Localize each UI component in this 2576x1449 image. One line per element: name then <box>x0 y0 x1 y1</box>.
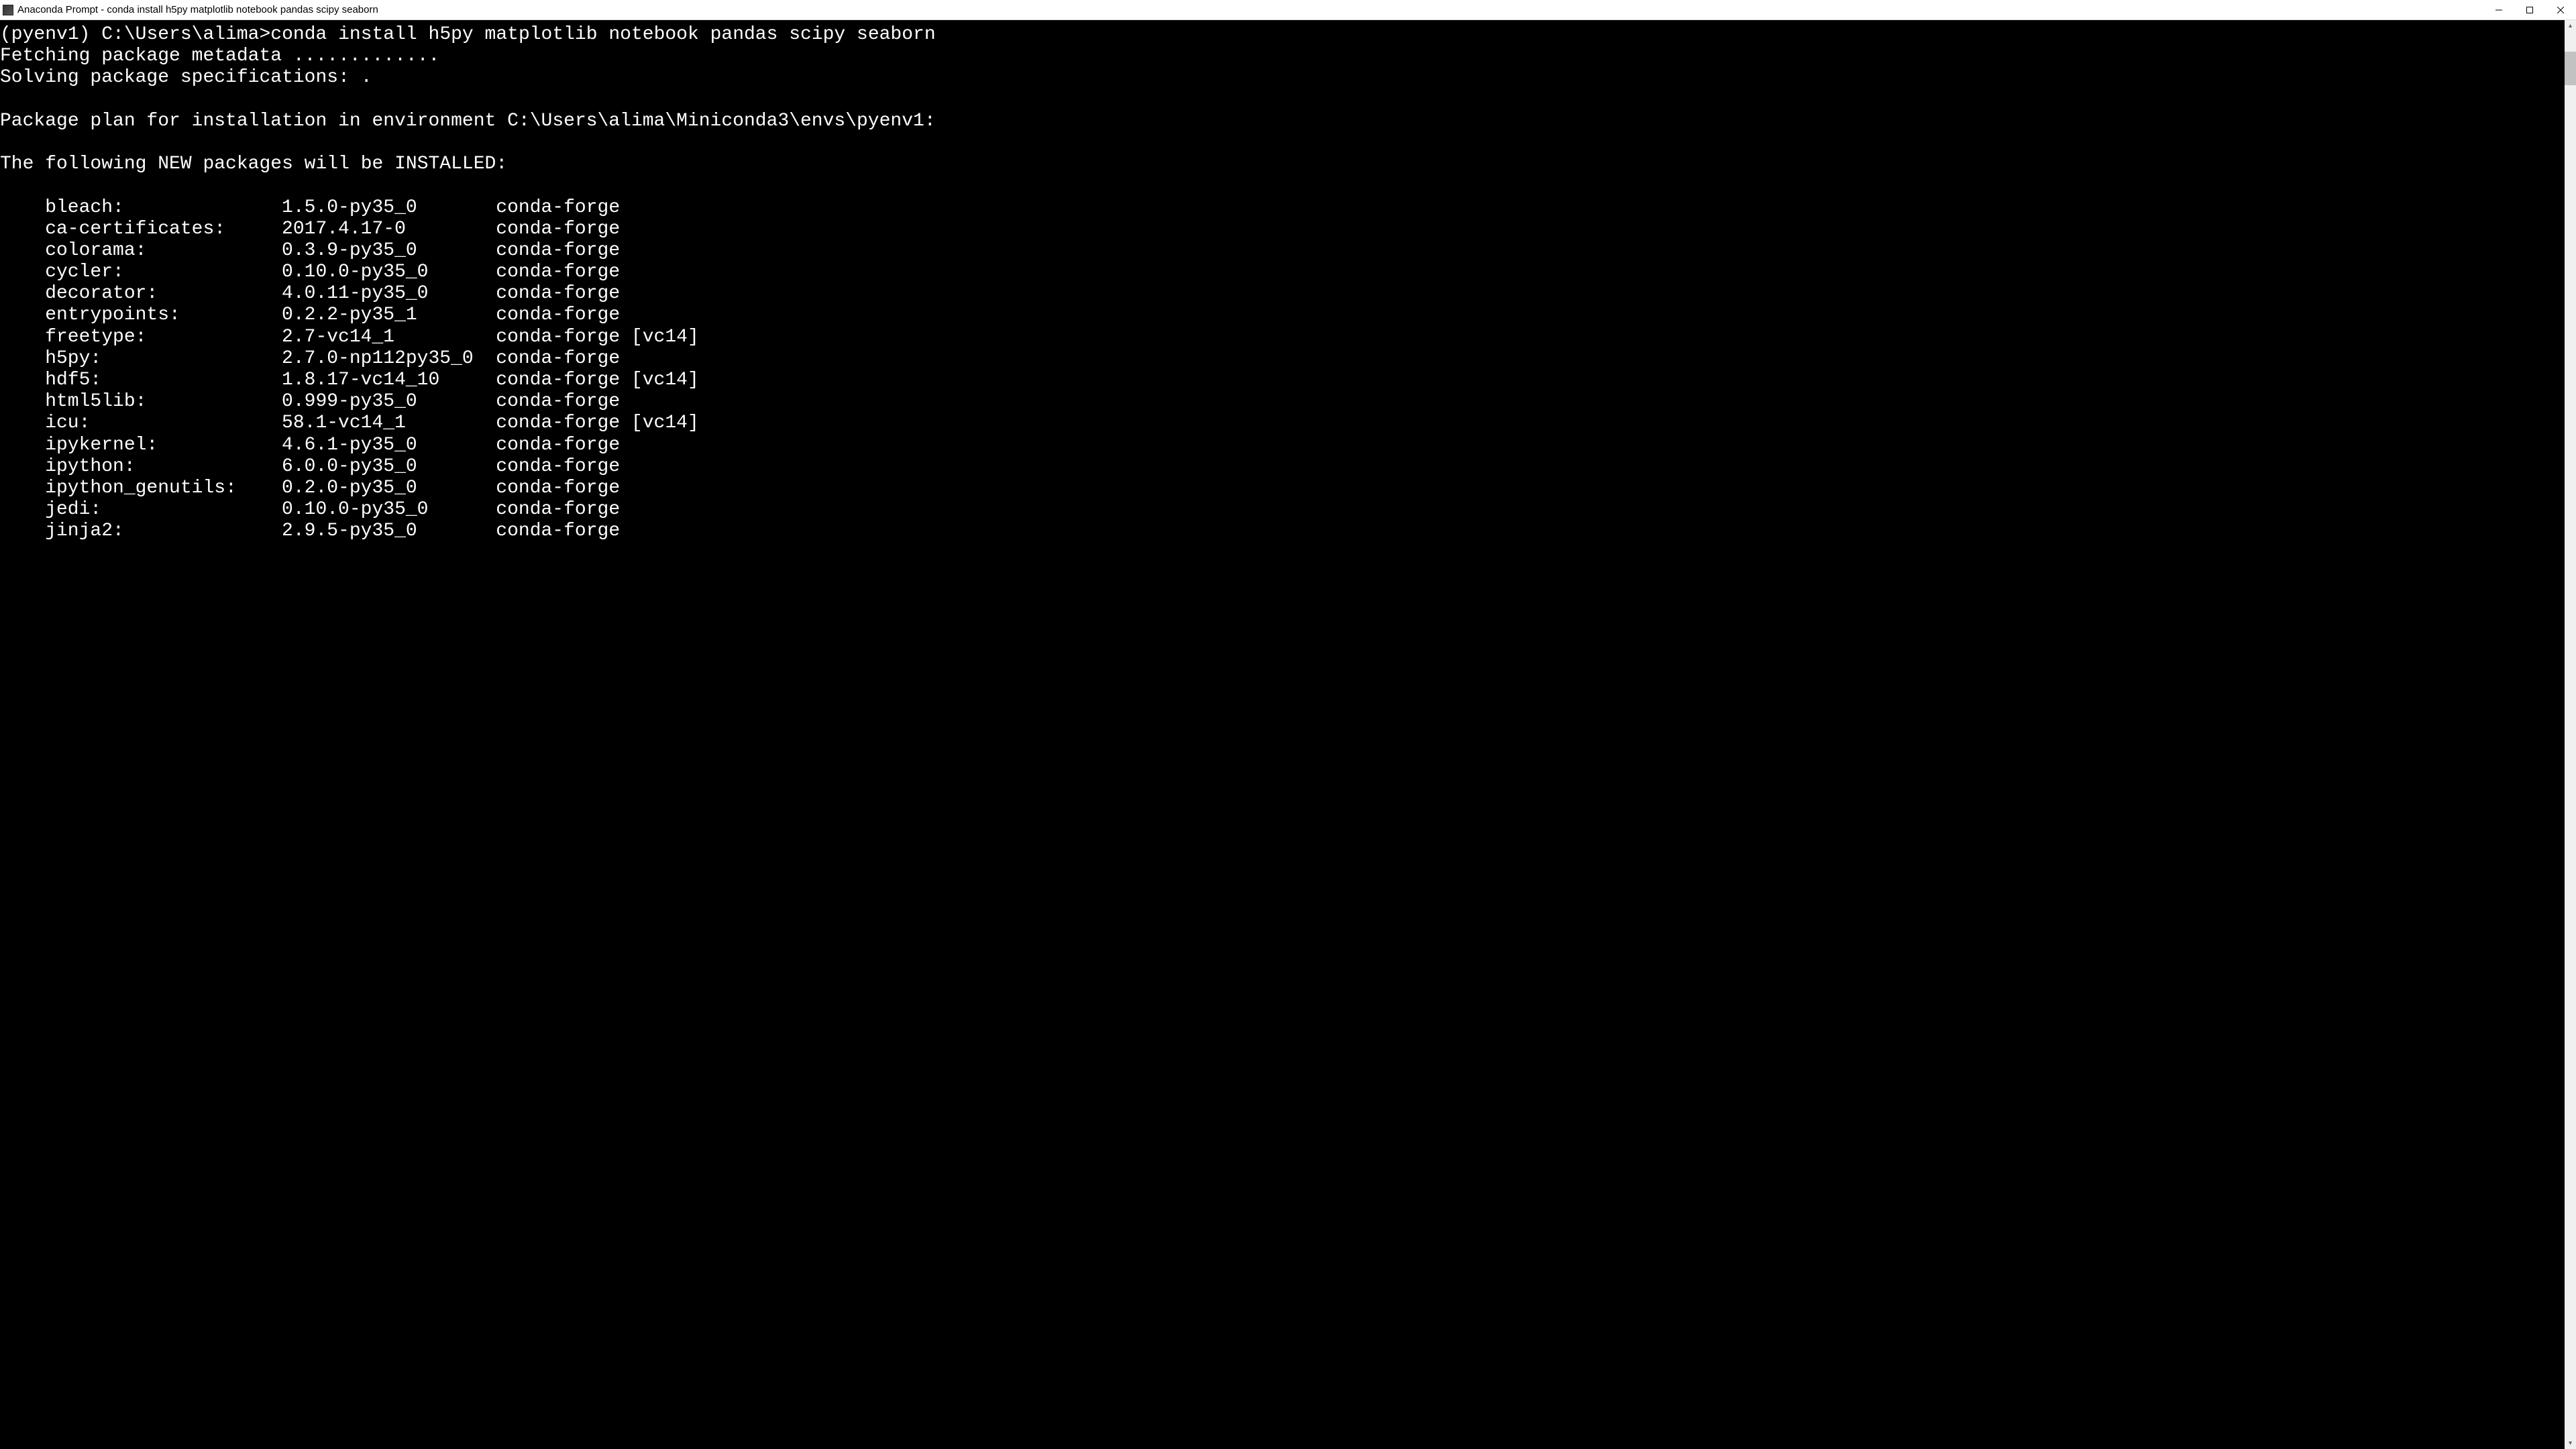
package-version: 2.9.5-py35_0 <box>282 521 496 542</box>
package-row: html5lib:0.999-py35_0conda-forge <box>0 391 2565 413</box>
package-row: decorator:4.0.11-py35_0conda-forge <box>0 283 2565 305</box>
package-version: 0.999-py35_0 <box>282 391 496 413</box>
package-row: ipython_genutils:0.2.0-py35_0conda-forge <box>0 478 2565 499</box>
package-name: bleach: <box>45 197 282 219</box>
close-icon <box>2557 7 2564 13</box>
package-name: entrypoints: <box>45 305 282 326</box>
close-button[interactable] <box>2545 0 2576 20</box>
package-name: html5lib: <box>45 391 282 413</box>
package-name: freetype: <box>45 327 282 348</box>
package-row: cycler:0.10.0-py35_0conda-forge <box>0 262 2565 283</box>
package-name: colorama: <box>45 240 282 262</box>
terminal-line: Fetching package metadata ............. <box>0 46 2565 67</box>
package-version: 0.10.0-py35_0 <box>282 499 496 521</box>
package-version: 1.8.17-vc14_10 <box>282 370 496 391</box>
package-name: ca-certificates: <box>45 219 282 240</box>
vertical-scrollbar[interactable]: ▴ ▾ <box>2565 20 2576 1449</box>
package-row: ipython:6.0.0-py35_0conda-forge <box>0 456 2565 478</box>
terminal-line <box>0 175 2565 197</box>
package-version: 0.2.2-py35_1 <box>282 305 496 326</box>
package-channel: conda-forge <box>496 219 620 240</box>
package-name: jinja2: <box>45 521 282 542</box>
terminal-output[interactable]: (pyenv1) C:\Users\alima>conda install h5… <box>0 20 2565 1449</box>
window-titlebar[interactable]: Anaconda Prompt - conda install h5py mat… <box>0 0 2576 20</box>
maximize-button[interactable] <box>2514 0 2545 20</box>
package-channel: conda-forge <box>496 348 620 370</box>
package-channel: conda-forge <box>496 499 620 521</box>
package-row: freetype:2.7-vc14_1conda-forge [vc14] <box>0 327 2565 348</box>
window-title: Anaconda Prompt - conda install h5py mat… <box>17 4 2483 15</box>
package-channel: conda-forge <box>496 305 620 326</box>
package-row: ca-certificates:2017.4.17-0conda-forge <box>0 219 2565 240</box>
command-text: conda install h5py matplotlib notebook p… <box>270 24 935 45</box>
package-channel: conda-forge <box>496 435 620 456</box>
package-version: 2017.4.17-0 <box>282 219 496 240</box>
package-channel: conda-forge <box>496 262 620 283</box>
package-name: cycler: <box>45 262 282 283</box>
package-row: jedi:0.10.0-py35_0conda-forge <box>0 499 2565 521</box>
package-name: h5py: <box>45 348 282 370</box>
package-channel: conda-forge <box>496 391 620 413</box>
prompt-path: C:\Users\alima> <box>101 24 270 45</box>
terminal-line: The following NEW packages will be INSTA… <box>0 154 2565 175</box>
package-name: decorator: <box>45 283 282 305</box>
terminal-line <box>0 132 2565 154</box>
package-name: hdf5: <box>45 370 282 391</box>
scroll-up-arrow-icon[interactable]: ▴ <box>2565 20 2576 32</box>
package-row: h5py:2.7.0-np112py35_0conda-forge <box>0 348 2565 370</box>
package-channel: conda-forge <box>496 197 620 219</box>
package-channel: conda-forge <box>496 240 620 262</box>
package-row: icu:58.1-vc14_1conda-forge [vc14] <box>0 413 2565 434</box>
package-row: colorama:0.3.9-py35_0conda-forge <box>0 240 2565 262</box>
package-row: bleach:1.5.0-py35_0conda-forge <box>0 197 2565 219</box>
package-row: ipykernel:4.6.1-py35_0conda-forge <box>0 435 2565 456</box>
minimize-icon <box>2496 7 2502 13</box>
package-channel: conda-forge [vc14] <box>496 413 698 434</box>
package-version: 4.6.1-py35_0 <box>282 435 496 456</box>
prompt-env: (pyenv1) <box>0 24 101 45</box>
terminal-line <box>0 89 2565 111</box>
package-name: ipython_genutils: <box>45 478 282 499</box>
package-channel: conda-forge <box>496 478 620 499</box>
package-version: 0.3.9-py35_0 <box>282 240 496 262</box>
package-version: 4.0.11-py35_0 <box>282 283 496 305</box>
scroll-down-arrow-icon[interactable]: ▾ <box>2565 1438 2576 1449</box>
package-name: jedi: <box>45 499 282 521</box>
minimize-button[interactable] <box>2483 0 2514 20</box>
package-channel: conda-forge <box>496 521 620 542</box>
package-version: 2.7.0-np112py35_0 <box>282 348 496 370</box>
package-version: 0.2.0-py35_0 <box>282 478 496 499</box>
package-version: 2.7-vc14_1 <box>282 327 496 348</box>
scrollbar-track[interactable] <box>2565 32 2576 1438</box>
package-channel: conda-forge <box>496 283 620 305</box>
package-name: ipython: <box>45 456 282 478</box>
client-area: (pyenv1) C:\Users\alima>conda install h5… <box>0 20 2576 1449</box>
app-icon <box>3 5 13 15</box>
package-channel: conda-forge <box>496 456 620 478</box>
package-name: icu: <box>45 413 282 434</box>
scrollbar-thumb[interactable] <box>2565 52 2576 85</box>
package-channel: conda-forge [vc14] <box>496 370 698 391</box>
maximize-icon <box>2526 7 2533 13</box>
package-row: entrypoints:0.2.2-py35_1conda-forge <box>0 305 2565 326</box>
package-row: hdf5:1.8.17-vc14_10conda-forge [vc14] <box>0 370 2565 391</box>
package-version: 1.5.0-py35_0 <box>282 197 496 219</box>
terminal-line: Package plan for installation in environ… <box>0 111 2565 132</box>
package-version: 58.1-vc14_1 <box>282 413 496 434</box>
package-version: 0.10.0-py35_0 <box>282 262 496 283</box>
package-name: ipykernel: <box>45 435 282 456</box>
terminal-line: Solving package specifications: . <box>0 67 2565 89</box>
package-row: jinja2:2.9.5-py35_0conda-forge <box>0 521 2565 542</box>
package-version: 6.0.0-py35_0 <box>282 456 496 478</box>
package-channel: conda-forge [vc14] <box>496 327 698 348</box>
terminal-line: (pyenv1) C:\Users\alima>conda install h5… <box>0 24 2565 46</box>
